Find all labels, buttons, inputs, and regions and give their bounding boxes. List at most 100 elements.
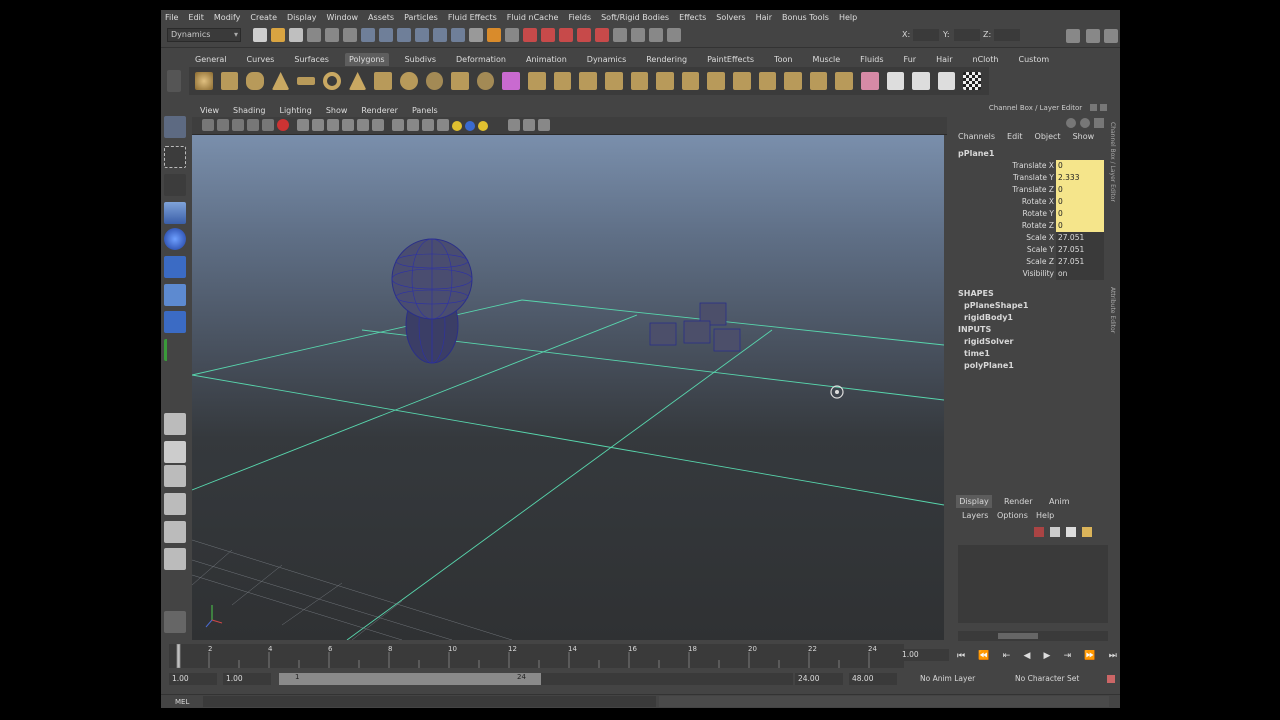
wireframe-icon[interactable]: [372, 119, 384, 131]
range-slider-start[interactable]: 1: [295, 673, 299, 681]
select-tool-icon[interactable]: [164, 116, 186, 138]
start-time-field[interactable]: 1.00: [169, 673, 217, 685]
new-scene-icon[interactable]: [253, 28, 267, 42]
attr-translate-y[interactable]: Translate Y 2.333: [956, 172, 1106, 184]
attr-scale-x[interactable]: Scale X 27.051: [956, 232, 1106, 244]
tab-dynamics[interactable]: Dynamics: [583, 53, 630, 66]
paint-select-tool-icon[interactable]: [164, 174, 186, 196]
poke-icon[interactable]: [732, 72, 751, 90]
layout-persp-graph-icon[interactable]: [164, 493, 186, 515]
panel-menu-shading[interactable]: Shading: [233, 106, 266, 115]
xray-icon[interactable]: [523, 119, 535, 131]
poly-combine-icon[interactable]: [476, 72, 495, 90]
image-plane-icon[interactable]: [247, 119, 259, 131]
graph-editor-icon[interactable]: [649, 28, 663, 42]
select-hierarchy-icon[interactable]: [307, 28, 321, 42]
poly-prism-icon[interactable]: [348, 72, 367, 90]
save-scene-icon[interactable]: [289, 28, 303, 42]
tab-render[interactable]: Render: [1004, 495, 1032, 508]
channel-box-layout-icon[interactable]: [1066, 118, 1076, 128]
select-component-icon[interactable]: [343, 28, 357, 42]
range-slider-end[interactable]: 24: [517, 673, 526, 681]
attr-translate-x[interactable]: Translate X0: [956, 160, 1106, 172]
auto-key-icon[interactable]: [1107, 675, 1115, 683]
new-layer-empty-icon[interactable]: [1034, 527, 1044, 537]
help-icon[interactable]: [469, 28, 483, 42]
render-settings-icon[interactable]: [559, 28, 573, 42]
go-to-end-icon[interactable]: ⏭: [1109, 651, 1117, 661]
menu-fields[interactable]: Fields: [568, 13, 591, 22]
transform-field-icon[interactable]: [667, 28, 681, 42]
tab-anim[interactable]: Anim: [1049, 495, 1070, 508]
tab-fur[interactable]: Fur: [900, 53, 921, 66]
panel-menu-lighting[interactable]: Lighting: [279, 106, 311, 115]
attribute-editor-icon[interactable]: [1080, 118, 1090, 128]
attr-value[interactable]: 2.333: [1056, 172, 1104, 184]
smooth-icon[interactable]: [502, 72, 521, 90]
camera-select-icon[interactable]: [202, 119, 214, 131]
tab-polygons[interactable]: Polygons: [344, 52, 389, 66]
move-layer-down-icon[interactable]: [1082, 527, 1092, 537]
poly-torus-icon[interactable]: [323, 72, 341, 90]
grid-toggle-icon[interactable]: [262, 119, 274, 131]
planar-map-icon[interactable]: [886, 72, 905, 90]
layout-four-icon[interactable]: [164, 441, 186, 463]
wireframe-on-shaded-icon[interactable]: [407, 119, 419, 131]
attr-value[interactable]: 0: [1056, 220, 1104, 232]
poly-sphere-icon[interactable]: [195, 72, 213, 90]
attr-visibility[interactable]: Visibility on: [956, 268, 1106, 280]
poly-pyramid-icon[interactable]: [374, 72, 393, 90]
cb-menu-object[interactable]: Object: [1035, 132, 1061, 144]
tab-muscle[interactable]: Muscle: [808, 53, 844, 66]
toggle-channel-box-icon[interactable]: [1104, 29, 1118, 43]
selected-object-name[interactable]: pPlane1: [958, 149, 994, 158]
tab-rendering[interactable]: Rendering: [642, 53, 691, 66]
z-field[interactable]: [994, 29, 1020, 41]
x-field[interactable]: [913, 29, 939, 41]
xray-joints-icon[interactable]: [538, 119, 550, 131]
menu-edit[interactable]: Edit: [188, 13, 204, 22]
tab-animation[interactable]: Animation: [522, 53, 571, 66]
uv-editor-icon[interactable]: [861, 72, 879, 90]
menu-fluid-ncache[interactable]: Fluid nCache: [507, 13, 559, 22]
layer-horizontal-scrollbar[interactable]: [958, 631, 1108, 641]
ipr-render-icon[interactable]: [541, 28, 555, 42]
panel-menu-renderer[interactable]: Renderer: [361, 106, 398, 115]
tab-painteffects[interactable]: PaintEffects: [703, 53, 758, 66]
history-icon[interactable]: [451, 28, 465, 42]
open-scene-icon[interactable]: [271, 28, 285, 42]
y-field[interactable]: [954, 29, 980, 41]
toggle-attribute-editor-icon[interactable]: [1066, 29, 1080, 43]
toggle-tool-settings-icon[interactable]: [1086, 29, 1100, 43]
step-back-key-icon[interactable]: ⏪: [978, 651, 989, 661]
menu-solvers[interactable]: Solvers: [716, 13, 745, 22]
snap-plane-icon[interactable]: [415, 28, 429, 42]
layer-list[interactable]: [958, 545, 1108, 623]
cube-stack[interactable]: [649, 302, 741, 352]
bevel-icon[interactable]: [656, 72, 674, 90]
playback-end-field[interactable]: 24.00: [795, 673, 843, 685]
isolate-select-icon[interactable]: [508, 119, 520, 131]
side-tab-channel-box[interactable]: Channel Box / Layer Editor: [1108, 122, 1116, 282]
menu-display[interactable]: Display: [287, 13, 317, 22]
mirror-icon[interactable]: [758, 72, 777, 90]
tab-hair[interactable]: Hair: [932, 53, 956, 66]
move-tool-icon[interactable]: [164, 202, 186, 224]
bookmark-icon[interactable]: [232, 119, 244, 131]
panel-menu-panels[interactable]: Panels: [412, 106, 438, 115]
menu-help[interactable]: Help: [839, 13, 857, 22]
lock-icon[interactable]: [487, 28, 501, 42]
side-tab-attribute-editor[interactable]: Attribute Editor: [1108, 287, 1116, 367]
snap-point-icon[interactable]: [397, 28, 411, 42]
poly-plane-icon[interactable]: [297, 77, 316, 85]
lasso-tool-icon[interactable]: [164, 146, 186, 168]
poly-pipe-icon[interactable]: [400, 72, 418, 90]
menu-file[interactable]: File: [165, 13, 178, 22]
attr-rotate-x[interactable]: Rotate X0: [956, 196, 1106, 208]
tab-toon[interactable]: Toon: [770, 53, 796, 66]
character-set-dropdown[interactable]: No Character Set: [1009, 673, 1101, 685]
range-slider[interactable]: 1 24: [279, 673, 541, 685]
separate-icon[interactable]: [784, 72, 802, 90]
play-forwards-icon[interactable]: ▶: [1044, 651, 1051, 661]
attr-rotate-z[interactable]: Rotate Z0: [956, 220, 1106, 232]
